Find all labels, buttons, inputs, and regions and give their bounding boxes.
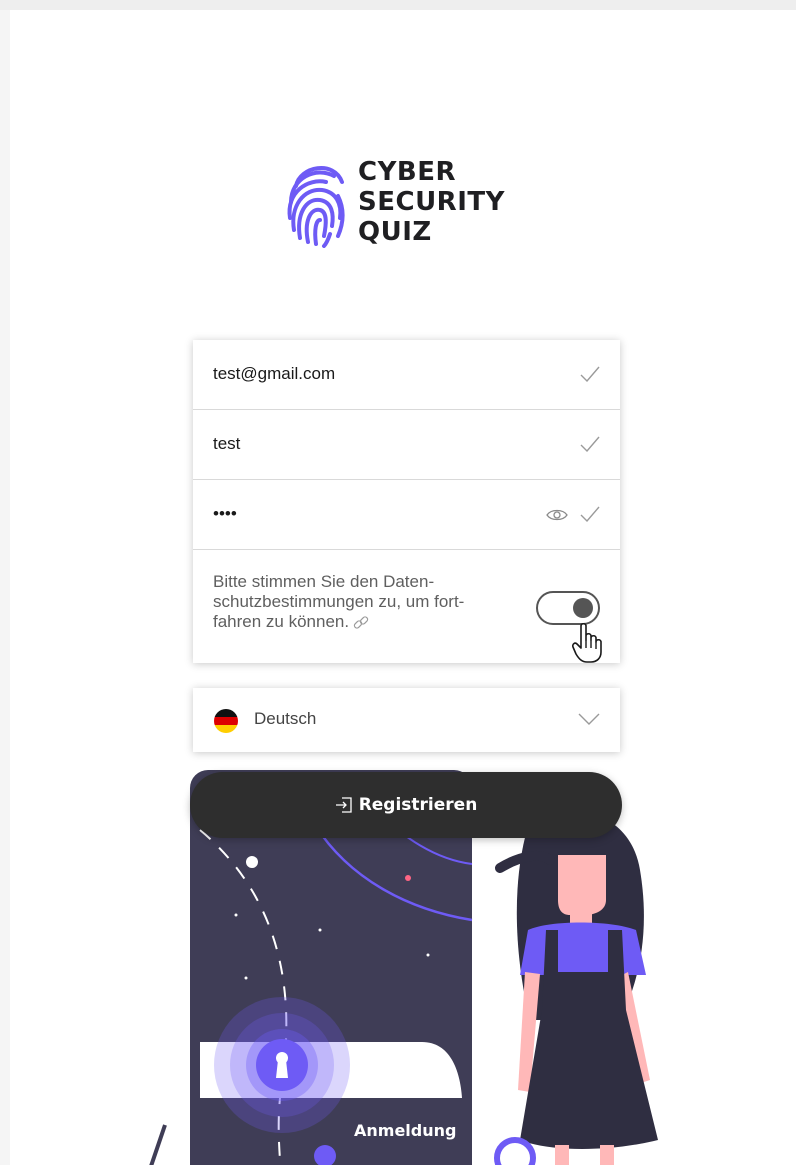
logo-line-quiz: QUIZ (358, 217, 432, 247)
top-strip (0, 0, 796, 10)
link-icon[interactable] (353, 615, 369, 631)
username-value[interactable]: test (213, 434, 240, 454)
logo-line-security: SECURITY (358, 187, 505, 217)
registration-form: test@gmail.com test •••• Bitte stimmen S… (193, 340, 620, 663)
sign-in-icon (335, 797, 352, 813)
language-select[interactable]: Deutsch (193, 688, 620, 752)
check-icon (580, 436, 600, 452)
password-value[interactable]: •••• (213, 504, 237, 524)
consent-text: Bitte stimmen Sie den Daten- schutzbesti… (213, 572, 533, 632)
check-icon (580, 506, 600, 522)
fingerprint-icon (287, 166, 345, 248)
consent-line: Bitte stimmen Sie den Daten- (213, 572, 435, 591)
password-field[interactable]: •••• (193, 480, 620, 550)
hand-cursor-icon (572, 622, 602, 663)
privacy-consent: Bitte stimmen Sie den Daten- schutzbesti… (193, 550, 620, 663)
username-field[interactable]: test (193, 410, 620, 480)
logo-text: CYBER SECURITY QUIZ (358, 157, 505, 247)
login-label[interactable]: Anmeldung (354, 1121, 456, 1140)
language-label: Deutsch (254, 709, 317, 728)
email-value[interactable]: test@gmail.com (213, 364, 335, 384)
consent-line: fahren zu können. (213, 612, 350, 631)
toggle-knob (573, 598, 593, 618)
check-icon (580, 366, 600, 382)
eye-icon[interactable] (546, 509, 568, 521)
logo-line-cyber: CYBER (358, 157, 457, 187)
app-logo: CYBER SECURITY QUIZ (286, 156, 505, 248)
consent-line-last: fahren zu können. (213, 612, 533, 632)
german-flag-icon (214, 709, 238, 733)
email-field[interactable]: test@gmail.com (193, 340, 620, 410)
chevron-down-icon (578, 713, 600, 725)
register-label: Registrieren (358, 795, 478, 815)
consent-line: schutzbestimmungen zu, um fort- (213, 592, 465, 611)
register-button[interactable]: Registrieren (190, 772, 622, 838)
registration-page: CYBER SECURITY QUIZ test@gmail.com test … (10, 10, 796, 1165)
consent-toggle[interactable] (536, 591, 600, 625)
